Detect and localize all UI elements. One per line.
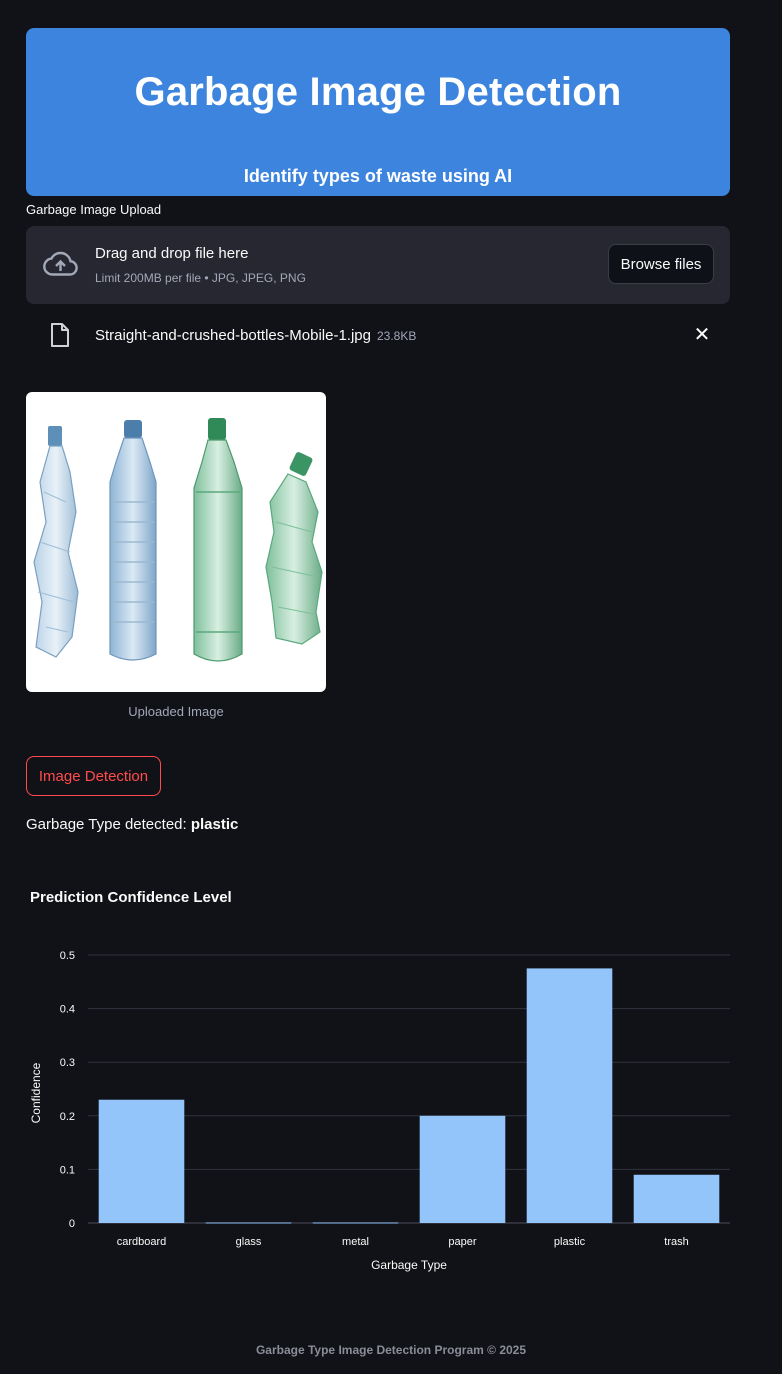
cloud-upload-icon xyxy=(43,251,78,276)
file-name-text: Straight-and-crushed-bottles-Mobile-1.jp… xyxy=(95,327,371,344)
footer-text: Garbage Type Image Detection Program © 2… xyxy=(255,1343,527,1357)
x-tick-label: glass xyxy=(236,1236,262,1248)
bar-cardboard xyxy=(98,1099,185,1223)
bar-plastic xyxy=(526,968,613,1223)
bar-trash xyxy=(633,1174,720,1223)
file-icon xyxy=(51,323,69,347)
x-tick-label: paper xyxy=(448,1236,476,1248)
x-tick-label: plastic xyxy=(554,1236,586,1248)
x-tick-label: trash xyxy=(664,1236,688,1248)
x-tick-label: cardboard xyxy=(117,1236,167,1248)
y-tick-label: 0.2 xyxy=(60,1111,75,1123)
uploaded-file-row: Straight-and-crushed-bottles-Mobile-1.jp… xyxy=(26,318,730,354)
dropzone-title: Drag and drop file here xyxy=(95,245,249,262)
app-title: Garbage Image Detection xyxy=(134,70,622,114)
dropzone-limit: Limit 200MB per file • JPG, JPEG, PNG xyxy=(95,271,306,285)
uploaded-image xyxy=(26,392,326,692)
image-detection-button[interactable]: Image Detection xyxy=(26,756,161,796)
x-tick-label: metal xyxy=(342,1236,369,1248)
bar-metal xyxy=(312,1222,399,1224)
image-caption: Uploaded Image xyxy=(128,704,224,719)
upload-label: Garbage Image Upload xyxy=(26,202,162,217)
bottles-illustration xyxy=(33,418,323,662)
confidence-bar-chart: 0 0.1 0.2 0.3 0.4 0.5 cardboard glass metal paper… xyxy=(29,950,730,1272)
app-subtitle: Identify types of waste using AI xyxy=(243,166,513,186)
file-name: Straight-and-crushed-bottles-Mobile-1.jp… xyxy=(95,327,416,344)
app-header: Garbage Image Detection Identify types o… xyxy=(26,28,730,196)
chart-title: Prediction Confidence Level xyxy=(30,889,232,906)
y-tick-label: 0.4 xyxy=(60,1004,75,1016)
file-size: 23.8KB xyxy=(376,329,417,343)
y-tick-label: 0.5 xyxy=(60,950,75,962)
x-axis-title: Garbage Type xyxy=(371,1258,447,1272)
y-tick-label: 0.3 xyxy=(60,1057,75,1069)
result-value: plastic xyxy=(190,816,239,833)
browse-files-button[interactable]: Browse files xyxy=(608,244,714,284)
file-dropzone[interactable]: Drag and drop file here Limit 200MB per … xyxy=(26,226,730,304)
result-label: Garbage Type detected: xyxy=(26,816,191,833)
detection-result: Garbage Type detected: plastic xyxy=(26,816,238,833)
y-tick-label: 0.1 xyxy=(60,1164,75,1176)
y-tick-label: 0 xyxy=(69,1218,75,1230)
bar-glass xyxy=(205,1222,292,1224)
close-icon[interactable]: ✕ xyxy=(692,324,712,346)
y-axis-title: Confidence xyxy=(29,1062,43,1123)
bar-paper xyxy=(419,1115,506,1223)
